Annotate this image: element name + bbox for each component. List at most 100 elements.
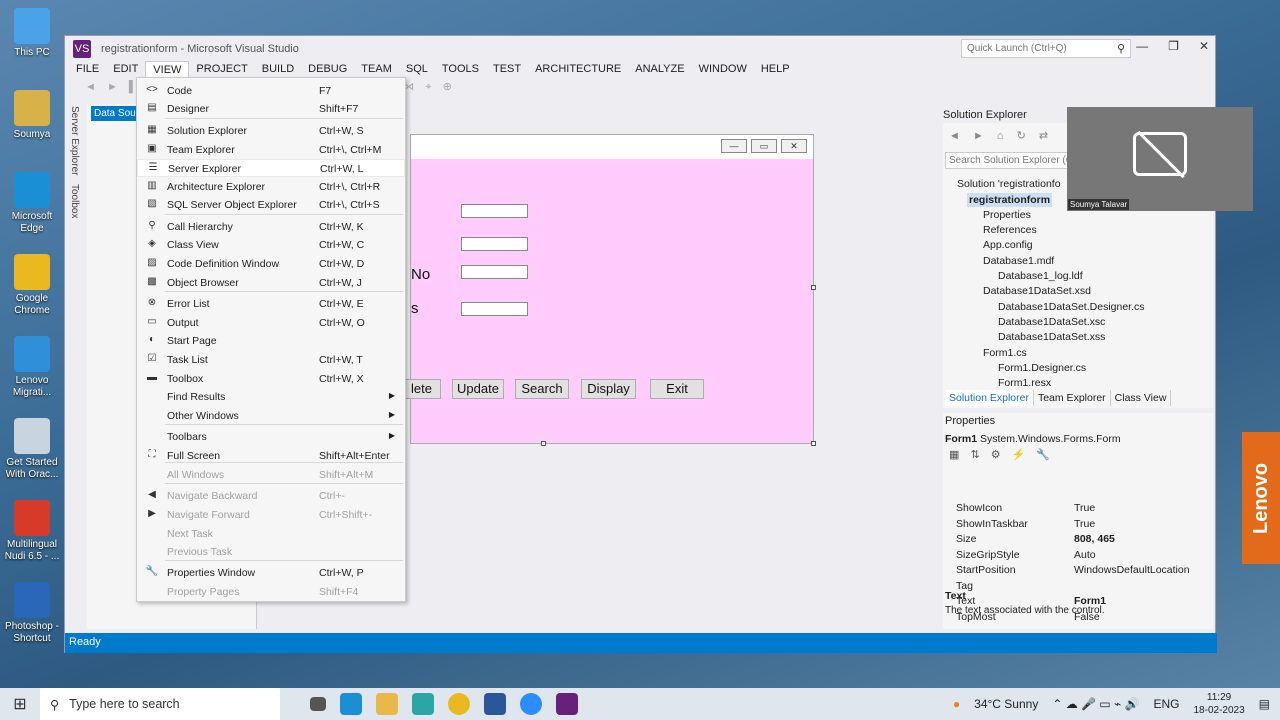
resize-handle[interactable] — [811, 441, 816, 446]
menu-item-server-explorer[interactable]: ☰ Server Explorer Ctrl+W, L — [137, 159, 405, 177]
menu-item-architecture-explorer[interactable]: ▥ Architecture Explorer Ctrl+\, Ctrl+R — [137, 178, 405, 196]
menu-item-toolbars[interactable]: Toolbars ▶ — [137, 428, 405, 446]
menu-item-sql-server-object-explorer[interactable]: ▧ SQL Server Object Explorer Ctrl+\, Ctrl+… — [137, 196, 405, 214]
start-button[interactable]: ⊞ — [0, 694, 40, 714]
close-button[interactable]: ✕ — [1199, 39, 1209, 53]
properties-object-selector[interactable]: Form1 System.Windows.Forms.Form — [945, 433, 1121, 445]
chrome-icon[interactable] — [448, 693, 470, 715]
menu-item-object-browser[interactable]: ▩ Object Browser Ctrl+W, J — [137, 274, 405, 292]
menu-item-icon: ☑ — [147, 353, 157, 364]
notifications-icon[interactable]: ▤ — [1259, 697, 1270, 711]
property-row[interactable]: Size 808, 465 — [943, 533, 1203, 548]
menu-item-class-view[interactable]: ◈ Class View Ctrl+W, C — [137, 236, 405, 254]
solution-tree-item[interactable]: References — [983, 224, 1037, 236]
language-indicator[interactable]: ENG — [1153, 697, 1179, 711]
window-title: registrationform - Microsoft Visual Stud… — [101, 42, 299, 55]
menu-item-shortcut: Ctrl+\, Ctrl+R — [319, 181, 381, 193]
visual-studio-taskbar-icon[interactable] — [556, 693, 578, 715]
desktop-icon[interactable]: Photoshop - Shortcut — [4, 582, 60, 645]
menu-item-call-hierarchy[interactable]: ⚲ Call Hierarchy Ctrl+W, K — [137, 218, 405, 236]
file-explorer-icon[interactable] — [376, 693, 398, 715]
word-icon[interactable] — [484, 693, 506, 715]
solution-tree-item[interactable]: Solution 'registrationfo — [957, 178, 1061, 190]
display-button[interactable]: Display — [581, 379, 636, 399]
solution-tree-item[interactable]: Database1DataSet.Designer.cs — [998, 301, 1145, 313]
tab-team-explorer[interactable]: Team Explorer — [1034, 390, 1111, 406]
solution-tree-item[interactable]: Form1.resx — [998, 377, 1051, 389]
minimize-button[interactable]: — — [1136, 39, 1148, 53]
menu-item-other-windows[interactable]: Other Windows ▶ — [137, 407, 405, 425]
task-view-icon[interactable] — [310, 697, 326, 711]
taskbar-search[interactable]: ⚲ Type here to search — [40, 688, 280, 720]
tab-class-view[interactable]: Class View — [1111, 390, 1172, 406]
desktop-icon[interactable]: Microsoft Edge — [4, 172, 60, 235]
zoom-icon[interactable] — [520, 693, 542, 715]
menu-item-properties-window[interactable]: 🔧 Properties Window Ctrl+W, P — [137, 564, 405, 582]
property-row[interactable]: ShowIcon True — [943, 502, 1203, 517]
lenovo-vantage-icon[interactable] — [412, 693, 434, 715]
exit-button[interactable]: Exit — [650, 379, 704, 399]
menu-item-start-page[interactable]: ◐ Start Page — [137, 332, 405, 350]
desktop-icon[interactable]: Get Started With Orac... — [4, 418, 60, 481]
system-tray-icons[interactable]: ⌃ ☁ 🎤 ▭ ⌁ 🔊 — [1052, 697, 1139, 711]
solution-tree-item[interactable]: Properties — [983, 209, 1031, 221]
menu-item-find-results[interactable]: Find Results ▶ — [137, 388, 405, 406]
form1-preview[interactable]: — ▭ ✕ No s lete Update Search Display Exit — [403, 134, 816, 446]
menu-item-full-screen[interactable]: ⛶ Full Screen Shift+Alt+Enter — [137, 447, 405, 465]
tab-server-explorer[interactable]: Server Explorer — [69, 106, 80, 175]
resize-handle[interactable] — [811, 285, 816, 290]
solution-tree-item[interactable]: Database1.mdf — [983, 255, 1054, 267]
menu-item-designer[interactable]: ▤ Designer Shift+F7 — [137, 100, 405, 118]
property-row[interactable]: ShowInTaskbar True — [943, 518, 1203, 533]
clock[interactable]: 11:29 18-02-2023 — [1194, 691, 1245, 717]
desktop-icon[interactable]: Multilingual Nudi 6.5 - ... — [4, 500, 60, 563]
desktop-icon[interactable]: Google Chrome — [4, 254, 60, 317]
delete-button[interactable]: lete — [403, 379, 441, 399]
desktop-icon[interactable]: Soumya — [4, 90, 60, 141]
menu-item-label: Task List — [167, 354, 208, 366]
menu-item-output[interactable]: ▭ Output Ctrl+W, O — [137, 314, 405, 332]
solution-tree-item[interactable]: Database1_log.ldf — [998, 270, 1083, 282]
solution-tree-item[interactable]: Database1DataSet.xsc — [998, 316, 1105, 328]
restore-button[interactable]: ❐ — [1168, 39, 1179, 53]
property-row[interactable]: StartPosition WindowsDefaultLocation — [943, 564, 1203, 579]
edge-icon[interactable] — [340, 693, 362, 715]
weather-text[interactable]: 34°C Sunny — [974, 697, 1038, 711]
menu-item-solution-explorer[interactable]: ▦ Solution Explorer Ctrl+W, S — [137, 122, 405, 140]
desktop-icon[interactable]: Lenovo Migrati... — [4, 336, 60, 399]
textbox[interactable] — [461, 204, 528, 218]
search-button[interactable]: Search — [515, 379, 569, 399]
menu-item-toolbox[interactable]: ▬ Toolbox Ctrl+W, X — [137, 370, 405, 388]
menu-item-task-list[interactable]: ☑ Task List Ctrl+W, T — [137, 351, 405, 369]
menu-item-team-explorer[interactable]: ▣ Team Explorer Ctrl+\, Ctrl+M — [137, 141, 405, 159]
tab-toolbox[interactable]: Toolbox — [69, 184, 80, 218]
menu-tools[interactable]: TOOLS — [435, 61, 486, 79]
quick-launch-input[interactable]: Quick Launch (Ctrl+Q) ⚲ — [961, 39, 1131, 58]
textbox[interactable] — [461, 302, 528, 316]
update-button[interactable]: Update — [452, 379, 504, 399]
resize-handle[interactable] — [541, 441, 546, 446]
textbox[interactable] — [461, 265, 528, 279]
menu-test[interactable]: TEST — [486, 61, 528, 79]
solution-tree-item[interactable]: Form1.Designer.cs — [998, 362, 1086, 374]
solution-tree-item[interactable]: Database1DataSet.xsd — [983, 285, 1091, 297]
menu-item-code-definition-window[interactable]: ▨ Code Definition Window Ctrl+W, D — [137, 255, 405, 273]
menu-architecture[interactable]: ARCHITECTURE — [528, 61, 628, 79]
menu-analyze[interactable]: ANALYZE — [628, 61, 691, 79]
menu-separator — [165, 214, 403, 215]
desktop-icon[interactable]: This PC — [4, 8, 60, 59]
solution-tree-item[interactable]: Form1.cs — [983, 347, 1027, 359]
solution-tree-item[interactable]: App.config — [983, 239, 1033, 251]
data-sources-tab[interactable]: Data Sour — [91, 106, 143, 121]
solution-tree-item[interactable]: Database1DataSet.xss — [998, 331, 1105, 343]
menu-window[interactable]: WINDOW — [692, 61, 754, 79]
property-row[interactable]: Tag — [943, 580, 1203, 595]
menu-item-code[interactable]: <> Code F7 — [137, 82, 405, 100]
property-row[interactable]: SizeGripStyle Auto — [943, 549, 1203, 564]
solution-tree-item[interactable]: registrationform — [967, 193, 1053, 207]
textbox[interactable] — [461, 237, 528, 251]
tab-solution-explorer[interactable]: Solution Explorer — [945, 390, 1034, 406]
menu-help[interactable]: HELP — [754, 61, 797, 79]
menu-item-error-list[interactable]: ⊗ Error List Ctrl+W, E — [137, 295, 405, 313]
menu-file[interactable]: FILE — [69, 61, 106, 79]
